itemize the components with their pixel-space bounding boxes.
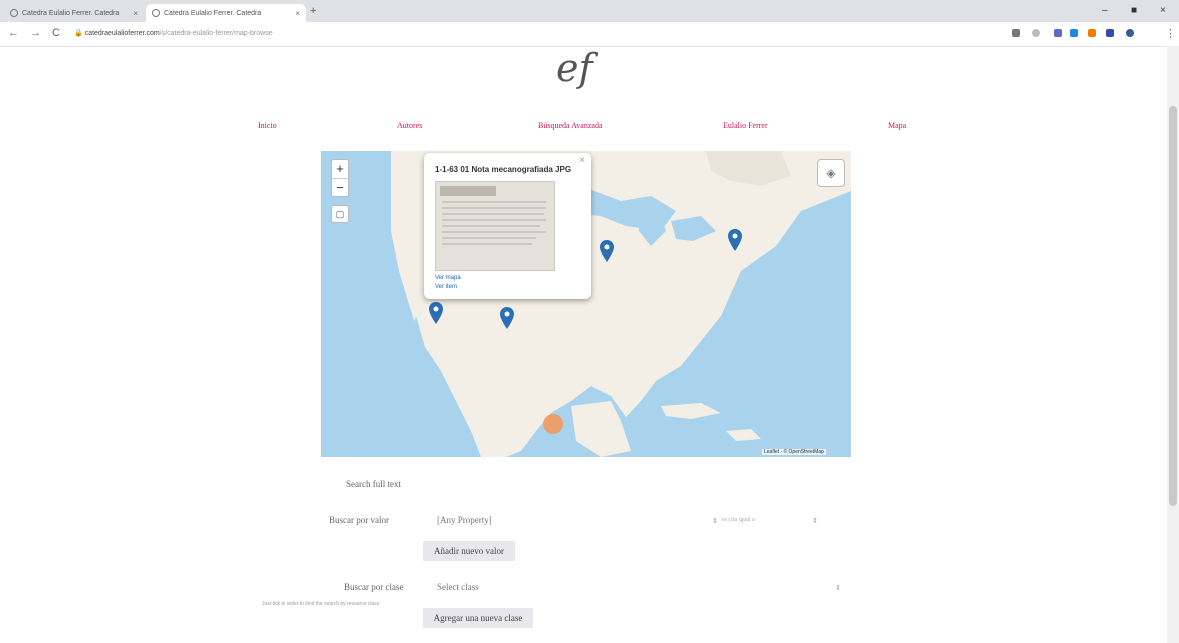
map-marker[interactable] (429, 302, 443, 324)
search-full-text-label[interactable]: Search full text (346, 479, 401, 489)
tab-catedra-1[interactable]: Catedra Eulalio Ferrer. Catedra × (4, 4, 144, 22)
tab-catedra-2[interactable]: Catedra Eulalio Ferrer. Catedra × (146, 4, 306, 22)
nav-inicio[interactable]: Inicio (258, 121, 277, 130)
map-marker[interactable] (728, 229, 742, 251)
menu-icon[interactable]: ⋮ (1165, 27, 1176, 40)
nav-mapa[interactable]: Mapa (888, 121, 906, 130)
extension-icon[interactable] (1054, 29, 1062, 37)
globe-icon (10, 9, 18, 17)
new-tab-button[interactable]: + (310, 5, 316, 17)
back-icon[interactable]: ← (8, 27, 19, 39)
popup-link-map[interactable]: Ver mapa (435, 275, 461, 281)
url-field[interactable]: 🔒 catedraeulalioferrer.com/s/catedra-eul… (74, 29, 273, 37)
document-thumbnail-image (440, 186, 546, 245)
select-arrow-icon: ⇕ (812, 518, 818, 525)
site-logo[interactable]: ef (556, 46, 593, 90)
document-thumbnail[interactable] (435, 181, 555, 271)
globe-icon (152, 9, 160, 17)
zoom-out-button[interactable]: − (332, 178, 348, 197)
scrollbar[interactable] (1167, 46, 1179, 643)
property-select[interactable]: [Any Property] (437, 515, 492, 525)
tab-title: Catedra Eulalio Ferrer. Catedra (164, 9, 262, 17)
class-select[interactable]: Select class (437, 582, 479, 592)
popup-title: 1-1-63 01 Nota mecanografiada JPG (435, 165, 572, 174)
map-marker[interactable] (500, 307, 514, 329)
marker-cluster[interactable] (543, 414, 563, 434)
extension-icon[interactable] (1106, 29, 1114, 37)
forward-icon[interactable]: → (30, 27, 41, 39)
map-popup: × 1-1-63 01 Nota mecanografiada JPG Ver … (424, 153, 591, 299)
popup-link-item[interactable]: Ver item (435, 284, 457, 290)
minimize-icon[interactable]: – (1102, 5, 1108, 16)
nav-autores[interactable]: Autores (397, 121, 422, 130)
address-bar: ← → C 🔒 catedraeulalioferrer.com/s/cated… (0, 22, 1179, 47)
layers-icon[interactable]: ◈ (817, 159, 845, 187)
star-icon[interactable] (1032, 29, 1040, 37)
nav-busqueda-avanzada[interactable]: Búsqueda Avanzada (538, 121, 603, 130)
map-attribution[interactable]: Leaflet · © OpenStreetMap (762, 449, 826, 455)
search-by-value-label: Buscar por valor (329, 515, 389, 525)
reload-icon[interactable]: C (52, 27, 60, 39)
extension-icon[interactable] (1088, 29, 1096, 37)
class-hint: Just tick in order to limit the search b… (262, 601, 380, 607)
condition-select[interactable]: es cita igual a (722, 517, 755, 523)
tab-close-icon[interactable]: × (295, 9, 300, 18)
fullscreen-icon[interactable]: ▢ (331, 205, 349, 223)
map-marker[interactable] (600, 240, 614, 262)
lock-icon: 🔒 (74, 30, 85, 37)
add-value-button[interactable]: Añadir nuevo valor (423, 541, 515, 561)
search-by-class-label: Buscar por clase (344, 582, 404, 592)
nav-eulalio-ferrer[interactable]: Eulalio Ferrer (723, 121, 768, 130)
extension-icon[interactable] (1012, 29, 1020, 37)
profile-icon[interactable] (1126, 29, 1134, 37)
select-arrow-icon: ⇕ (835, 585, 841, 592)
close-window-icon[interactable]: × (1160, 5, 1166, 16)
tab-close-icon[interactable]: × (133, 9, 138, 18)
url-path: /s/catedra-eulalio-ferrer/map-browse (159, 30, 273, 37)
add-class-button[interactable]: Agregar una nueva clase (423, 608, 533, 628)
url-host: catedraeulalioferrer.com (84, 30, 160, 37)
tab-bar: Catedra Eulalio Ferrer. Catedra × Catedr… (0, 0, 1179, 22)
extension-icon[interactable] (1070, 29, 1078, 37)
scrollbar-thumb[interactable] (1169, 106, 1177, 506)
select-arrow-icon: ⇕ (712, 518, 718, 525)
popup-close-icon[interactable]: × (579, 155, 585, 166)
maximize-icon[interactable]: ■ (1131, 5, 1137, 16)
zoom-control: + − (331, 159, 349, 197)
zoom-in-button[interactable]: + (332, 160, 348, 178)
tab-title: Catedra Eulalio Ferrer. Catedra (22, 9, 120, 17)
